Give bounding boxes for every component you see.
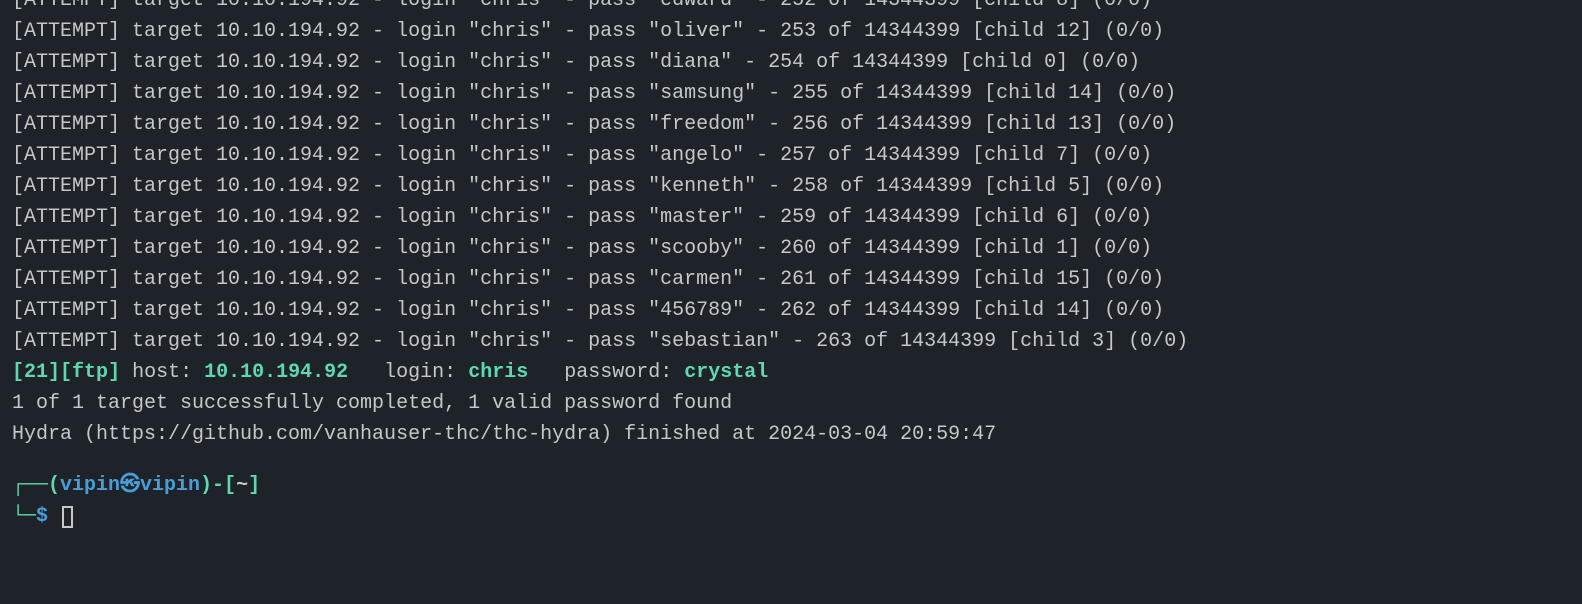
result-password: crystal: [684, 361, 768, 384]
skull-icon: ㉿: [120, 474, 140, 497]
summary-line: 1 of 1 target successfully completed, 1 …: [12, 388, 1570, 419]
prompt-symbol: $: [36, 505, 48, 528]
result-host: 10.10.194.92: [204, 361, 348, 384]
password-label: password:: [564, 361, 672, 384]
host-label: host:: [132, 361, 192, 384]
attempt-line: [ATTEMPT] target 10.10.194.92 - login "c…: [12, 0, 1570, 16]
result-login: chris: [468, 361, 528, 384]
attempt-line: [ATTEMPT] target 10.10.194.92 - login "c…: [12, 47, 1570, 78]
prompt-line-1: ┌──(vipin㉿vipin)-[~]: [12, 470, 1570, 501]
attempt-line: [ATTEMPT] target 10.10.194.92 - login "c…: [12, 109, 1570, 140]
cursor[interactable]: [62, 506, 73, 528]
prompt-host: vipin: [140, 474, 200, 497]
attempt-line: [ATTEMPT] target 10.10.194.92 - login "c…: [12, 233, 1570, 264]
attempt-line: [ATTEMPT] target 10.10.194.92 - login "c…: [12, 16, 1570, 47]
prompt-line-2[interactable]: └─$: [12, 501, 1570, 532]
attempt-line: [ATTEMPT] target 10.10.194.92 - login "c…: [12, 140, 1570, 171]
attempt-line: [ATTEMPT] target 10.10.194.92 - login "c…: [12, 264, 1570, 295]
result-port: 21: [24, 361, 48, 384]
result-line: [21][ftp] host: 10.10.194.92 login: chri…: [12, 357, 1570, 388]
prompt-user: vipin: [60, 474, 120, 497]
attempt-line: [ATTEMPT] target 10.10.194.92 - login "c…: [12, 326, 1570, 357]
attempt-line: [ATTEMPT] target 10.10.194.92 - login "c…: [12, 78, 1570, 109]
attempt-line: [ATTEMPT] target 10.10.194.92 - login "c…: [12, 295, 1570, 326]
result-service: ftp: [72, 361, 108, 384]
terminal-output[interactable]: [ATTEMPT] target 10.10.194.92 - login "c…: [0, 0, 1582, 532]
attempt-lines: [ATTEMPT] target 10.10.194.92 - login "c…: [12, 0, 1570, 357]
prompt-path: ~: [236, 474, 248, 497]
attempt-line: [ATTEMPT] target 10.10.194.92 - login "c…: [12, 202, 1570, 233]
finished-line: Hydra (https://github.com/vanhauser-thc/…: [12, 419, 1570, 450]
attempt-line: [ATTEMPT] target 10.10.194.92 - login "c…: [12, 171, 1570, 202]
login-label: login:: [384, 361, 456, 384]
